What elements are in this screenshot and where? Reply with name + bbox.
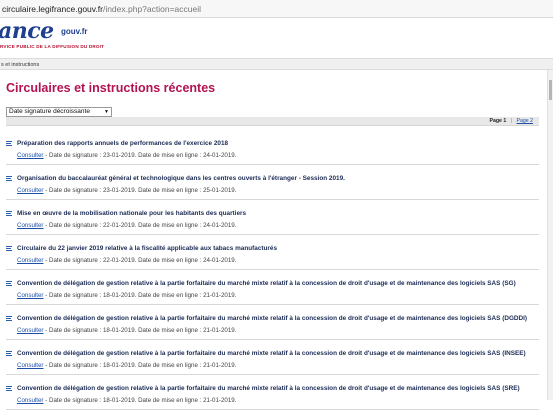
item-dates: - Date de signature : 18-01-2019. Date d… [43, 397, 237, 404]
item-dates: - Date de signature : 22-01-2019. Date d… [43, 222, 237, 229]
item-title: Convention de délégation de gestion rela… [17, 385, 520, 392]
item-title: Convention de délégation de gestion rela… [17, 315, 528, 322]
consult-link[interactable]: Consulter [17, 257, 43, 264]
item-meta: Consulter - Date de signature : 18-01-20… [17, 292, 236, 299]
list-item: Circulaire du 22 janvier 2019 relative à… [6, 235, 539, 270]
item-dates: - Date de signature : 23-01-2019. Date d… [43, 152, 237, 159]
document-lines-icon [6, 351, 12, 357]
sort-selected-value: Date signature décroissante [9, 108, 90, 115]
item-meta: Consulter - Date de signature : 22-01-20… [17, 257, 236, 264]
logo-domain: gouv.fr [61, 27, 88, 36]
list-item: Convention de délégation de gestion rela… [6, 340, 539, 375]
list-item: Convention de délégation de gestion rela… [6, 305, 539, 340]
pager-bar: Page 1 | Page 2 [6, 117, 539, 126]
document-lines-icon [6, 281, 12, 287]
circulars-list: Préparation des rapports annuels de perf… [6, 130, 539, 410]
pager-separator: | [510, 118, 513, 124]
document-lines-icon [6, 141, 12, 147]
list-item: Préparation des rapports annuels de perf… [6, 130, 539, 165]
item-meta: Consulter - Date de signature : 18-01-20… [17, 397, 236, 404]
breadcrumb: s et instructions [0, 58, 553, 70]
pager-current: Page 1 [489, 118, 507, 124]
list-item: Convention de délégation de gestion rela… [6, 375, 539, 410]
consult-link[interactable]: Consulter [17, 327, 43, 334]
document-lines-icon [6, 211, 12, 217]
pager: Page 1 | Page 2 [490, 117, 533, 125]
item-title: Organisation du baccalauréat général et … [17, 175, 345, 182]
logo-word: ance [0, 18, 54, 44]
item-meta: Consulter - Date de signature : 18-01-20… [17, 362, 236, 369]
chevron-down-icon: ▼ [104, 109, 109, 115]
pager-next-link[interactable]: Page 2 [517, 118, 533, 124]
document-lines-icon [6, 386, 12, 392]
item-title: Convention de délégation de gestion rela… [17, 350, 526, 357]
list-item: Organisation du baccalauréat général et … [6, 165, 539, 200]
breadcrumb-text: s et instructions [1, 62, 40, 68]
url-path: /index.php?action=accueil [102, 4, 202, 14]
item-title: Circulaire du 22 janvier 2019 relative à… [17, 245, 278, 252]
document-lines-icon [6, 176, 12, 182]
item-meta: Consulter - Date de signature : 23-01-20… [17, 152, 236, 159]
item-dates: - Date de signature : 18-01-2019. Date d… [43, 362, 237, 369]
url-host: circulaire.legifrance.gouv.fr [2, 4, 103, 14]
sort-select[interactable]: Date signature décroissante ▼ [6, 107, 112, 117]
item-title: Mise en œuvre de la mobilisation nationa… [17, 210, 247, 217]
scrollbar-thumb[interactable] [549, 80, 552, 100]
item-dates: - Date de signature : 23-01-2019. Date d… [43, 187, 237, 194]
legifrance-logo[interactable]: ance gouv.fr RVICE PUBLIC DE LA DIFFUSIO… [0, 18, 160, 54]
list-item: Convention de délégation de gestion rela… [6, 270, 539, 305]
item-dates: - Date de signature : 22-01-2019. Date d… [43, 257, 237, 264]
list-item: Mise en œuvre de la mobilisation nationa… [6, 200, 539, 235]
browser-address-bar[interactable]: circulaire.legifrance.gouv.fr/index.php?… [0, 0, 553, 18]
consult-link[interactable]: Consulter [17, 187, 43, 194]
item-dates: - Date de signature : 18-01-2019. Date d… [43, 292, 237, 299]
page-title: Circulaires et instructions récentes [6, 81, 216, 95]
consult-link[interactable]: Consulter [17, 292, 43, 299]
document-lines-icon [6, 316, 12, 322]
item-meta: Consulter - Date de signature : 18-01-20… [17, 327, 236, 334]
item-title: Préparation des rapports annuels de perf… [17, 140, 229, 147]
consult-link[interactable]: Consulter [17, 362, 43, 369]
item-meta: Consulter - Date de signature : 22-01-20… [17, 222, 236, 229]
document-lines-icon [6, 246, 12, 252]
vertical-scrollbar[interactable] [547, 70, 553, 400]
consult-link[interactable]: Consulter [17, 152, 43, 159]
consult-link[interactable]: Consulter [17, 397, 43, 404]
consult-link[interactable]: Consulter [17, 222, 43, 229]
item-meta: Consulter - Date de signature : 23-01-20… [17, 187, 236, 194]
item-title: Convention de délégation de gestion rela… [17, 280, 516, 287]
address-url[interactable]: circulaire.legifrance.gouv.fr/index.php?… [2, 0, 201, 18]
item-dates: - Date de signature : 18-01-2019. Date d… [43, 327, 237, 334]
logo-subtitle: RVICE PUBLIC DE LA DIFFUSION DU DROIT [0, 44, 105, 49]
